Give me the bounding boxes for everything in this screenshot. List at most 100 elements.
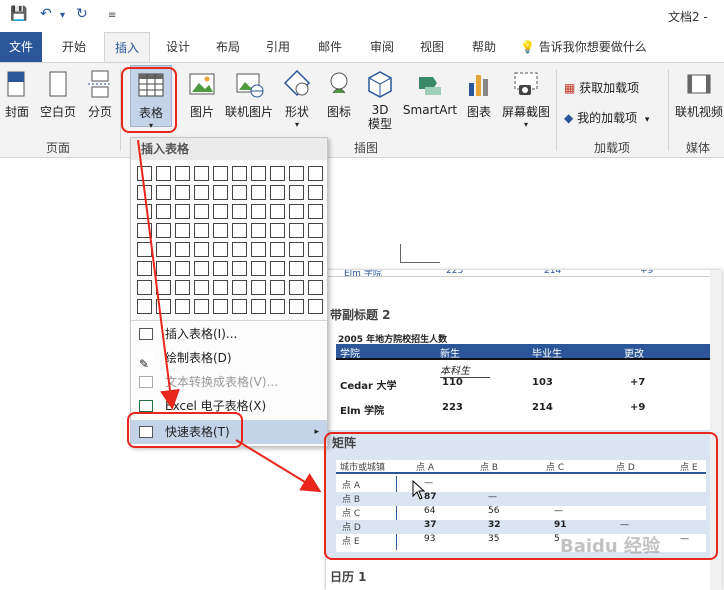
- table-grid-cell[interactable]: [270, 223, 285, 238]
- table-grid-cell[interactable]: [232, 223, 247, 238]
- table-grid-cell[interactable]: [156, 166, 171, 181]
- tab-design[interactable]: 设计: [158, 32, 198, 62]
- smartart-button[interactable]: SmartArt: [402, 69, 458, 117]
- online-video-button[interactable]: 联机视频: [674, 69, 724, 120]
- page-break-button[interactable]: 分页: [84, 69, 116, 120]
- table-grid-cell[interactable]: [270, 166, 285, 181]
- get-addins-button[interactable]: ▦ 获取加载项: [564, 79, 639, 96]
- table-grid-cell[interactable]: [270, 185, 285, 200]
- table-grid-cell[interactable]: [194, 261, 209, 276]
- customize-toolbar-icon[interactable]: ≡: [108, 10, 116, 21]
- table-grid-cell[interactable]: [175, 185, 190, 200]
- tab-help[interactable]: 帮助: [464, 32, 504, 62]
- table-grid-cell[interactable]: [289, 204, 304, 219]
- icons-button[interactable]: 图标: [324, 69, 354, 120]
- table-grid-cell[interactable]: [213, 166, 228, 181]
- table-grid-cell[interactable]: [194, 299, 209, 314]
- shapes-button[interactable]: 形状 ▾: [282, 69, 312, 129]
- table-grid-cell[interactable]: [194, 204, 209, 219]
- table-grid-cell[interactable]: [156, 280, 171, 295]
- undo-icon[interactable]: ↶: [40, 6, 52, 22]
- table-grid-cell[interactable]: [251, 261, 266, 276]
- table-grid-cell[interactable]: [194, 185, 209, 200]
- tab-file[interactable]: 文件: [0, 32, 42, 62]
- table-grid-cell[interactable]: [232, 299, 247, 314]
- table-grid-cell[interactable]: [156, 261, 171, 276]
- tab-home[interactable]: 开始: [54, 32, 94, 62]
- pictures-button[interactable]: 图片: [186, 69, 218, 120]
- screenshot-button[interactable]: 屏幕截图 ▾: [500, 69, 552, 129]
- table-grid-cell[interactable]: [308, 242, 323, 257]
- table-grid-cell[interactable]: [156, 204, 171, 219]
- table-grid-cell[interactable]: [289, 299, 304, 314]
- online-pictures-button[interactable]: 联机图片: [222, 69, 276, 120]
- table-grid-cell[interactable]: [270, 299, 285, 314]
- table-grid-cell[interactable]: [175, 299, 190, 314]
- table-grid-cell[interactable]: [232, 261, 247, 276]
- tab-view[interactable]: 视图: [412, 32, 452, 62]
- table-grid-cell[interactable]: [137, 185, 152, 200]
- save-icon[interactable]: 💾: [10, 6, 27, 22]
- table-grid-cell[interactable]: [194, 280, 209, 295]
- table-grid-cell[interactable]: [289, 166, 304, 181]
- redo-icon[interactable]: ↻: [76, 6, 88, 22]
- table-grid-cell[interactable]: [251, 166, 266, 181]
- table-grid-cell[interactable]: [289, 223, 304, 238]
- table-grid-cell[interactable]: [270, 204, 285, 219]
- blank-page-button[interactable]: 空白页: [38, 69, 78, 120]
- tab-insert[interactable]: 插入: [104, 32, 150, 63]
- table-grid-cell[interactable]: [194, 223, 209, 238]
- table-grid-cell[interactable]: [251, 223, 266, 238]
- table-grid-cell[interactable]: [137, 261, 152, 276]
- table-grid-cell[interactable]: [308, 166, 323, 181]
- table-grid-cell[interactable]: [251, 242, 266, 257]
- table-grid-cell[interactable]: [308, 223, 323, 238]
- table-grid-cell[interactable]: [251, 204, 266, 219]
- table-grid-cell[interactable]: [308, 261, 323, 276]
- table-grid-cell[interactable]: [213, 185, 228, 200]
- table-grid-cell[interactable]: [289, 242, 304, 257]
- table-grid-cell[interactable]: [232, 204, 247, 219]
- tab-layout[interactable]: 布局: [208, 32, 248, 62]
- table-grid-cell[interactable]: [194, 166, 209, 181]
- table-grid-cell[interactable]: [137, 166, 152, 181]
- table-grid-cell[interactable]: [213, 223, 228, 238]
- table-grid-cell[interactable]: [137, 299, 152, 314]
- my-addins-button[interactable]: ◆ 我的加载项 ▾: [564, 109, 649, 126]
- cover-page-button[interactable]: 封面: [2, 69, 32, 120]
- quick-table-subtitle-2[interactable]: 带副标题 2 2005 年地方院校招生人数 学院 新生 毕业生 更改 本科生 C…: [326, 292, 722, 422]
- tell-me-box[interactable]: 💡 告诉我你想要做什么: [520, 32, 660, 62]
- table-grid-cell[interactable]: [175, 223, 190, 238]
- table-grid-cell[interactable]: [194, 242, 209, 257]
- table-grid-cell[interactable]: [175, 261, 190, 276]
- table-grid-cell[interactable]: [232, 280, 247, 295]
- table-grid-cell[interactable]: [175, 204, 190, 219]
- chart-button[interactable]: 图表: [464, 69, 494, 120]
- tab-mailings[interactable]: 邮件: [310, 32, 350, 62]
- undo-dropdown-icon[interactable]: ▾: [60, 10, 65, 21]
- table-grid-cell[interactable]: [213, 299, 228, 314]
- table-grid-cell[interactable]: [175, 280, 190, 295]
- table-grid-cell[interactable]: [232, 185, 247, 200]
- table-grid-cell[interactable]: [156, 185, 171, 200]
- table-grid-cell[interactable]: [308, 185, 323, 200]
- tab-references[interactable]: 引用: [258, 32, 298, 62]
- table-grid-cell[interactable]: [308, 299, 323, 314]
- table-grid-cell[interactable]: [213, 204, 228, 219]
- 3d-models-button[interactable]: 3D 模型: [364, 69, 396, 131]
- insert-table-menu-item[interactable]: 插入表格(I)...: [131, 322, 327, 346]
- table-grid-cell[interactable]: [251, 280, 266, 295]
- table-grid-cell[interactable]: [175, 166, 190, 181]
- table-grid-cell[interactable]: [137, 280, 152, 295]
- draw-table-menu-item[interactable]: ✎ 绘制表格(D): [131, 346, 327, 371]
- table-grid-cell[interactable]: [137, 242, 152, 257]
- table-grid-cell[interactable]: [137, 204, 152, 219]
- table-grid-cell[interactable]: [175, 242, 190, 257]
- table-grid-cell[interactable]: [251, 185, 266, 200]
- table-grid-cell[interactable]: [232, 242, 247, 257]
- table-grid-cell[interactable]: [137, 223, 152, 238]
- table-grid-cell[interactable]: [289, 261, 304, 276]
- table-grid-cell[interactable]: [308, 280, 323, 295]
- table-grid-cell[interactable]: [270, 280, 285, 295]
- table-grid-cell[interactable]: [251, 299, 266, 314]
